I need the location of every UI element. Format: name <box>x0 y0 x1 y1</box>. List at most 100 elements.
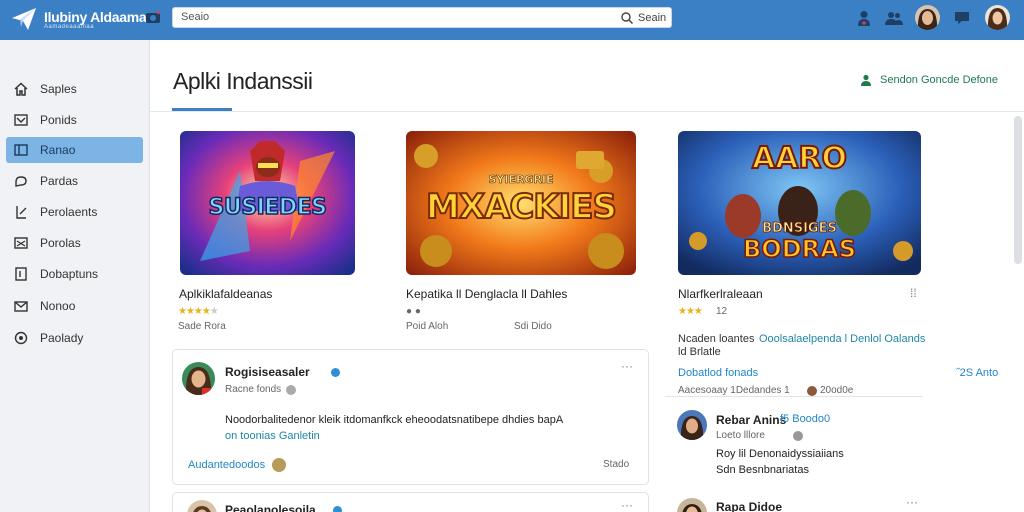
sidebar-item-label: Ranao <box>40 143 76 157</box>
sidebar: Saples Ponids Ranao Pardas Perolaents Po… <box>0 40 150 512</box>
search-bar: Seain <box>172 7 672 28</box>
friends-icon[interactable] <box>884 8 904 28</box>
commenter-link[interactable]: f5 Boodo0 <box>780 413 830 425</box>
post-author[interactable]: Rogisiseasaler <box>225 365 310 379</box>
game-meta-icon: ● ● <box>406 306 421 317</box>
more-options-icon[interactable]: ··· <box>621 498 633 512</box>
more-options-icon[interactable]: ··· <box>621 359 633 373</box>
post-footer-link[interactable]: Audantedoodos <box>188 459 265 471</box>
more-options-icon[interactable]: ⁞⁞ <box>910 286 917 300</box>
user-icon[interactable] <box>854 8 874 28</box>
game-logo-text: SUSIEDES <box>208 194 328 221</box>
reaction-avatar <box>272 458 286 472</box>
star-rating-icon: ★★★ <box>678 306 703 317</box>
game-thumbnail[interactable]: SUSIEDES <box>180 131 355 275</box>
game-logo-text: MXACKIES <box>425 186 618 228</box>
mini-avatar <box>807 386 817 396</box>
sidebar-item-label: Saples <box>40 82 77 96</box>
commenter-name[interactable]: Rebar Anins <box>716 413 786 427</box>
panel-text: ld Brlatle <box>678 346 721 358</box>
brand-name[interactable]: Ilubiny Aldaama <box>44 9 147 25</box>
search-icon <box>621 12 633 24</box>
post-body: Noodorbalitedenor kleik itdomanfkck eheo… <box>225 414 564 426</box>
post-card: Peaolanolesoila ··· <box>172 492 649 512</box>
game-title[interactable]: Nlarfkerlraleaan <box>678 287 763 301</box>
commenter-name[interactable]: Rapa Didoe <box>716 500 782 512</box>
game-logo-top: AARO <box>751 140 848 177</box>
panel-link[interactable]: ˝2S Anto <box>956 367 998 379</box>
sidebar-item-ranao[interactable]: Ranao <box>6 137 143 163</box>
game-title[interactable]: Kepatika ll Denglacla ll Dahles <box>406 287 567 301</box>
sidebar-item-ponids[interactable]: Ponids <box>6 107 143 133</box>
message-icon[interactable] <box>952 8 972 28</box>
sidebar-item-nonoo[interactable]: Nonoo <box>6 293 143 319</box>
game-logo-top: SYIERGRIE <box>488 173 554 187</box>
author-avatar[interactable] <box>182 362 215 395</box>
commenter-avatar[interactable] <box>677 410 707 440</box>
person-icon <box>861 74 871 86</box>
sidebar-item-label: Pardas <box>40 174 79 188</box>
sidebar-item-label: Perolaents <box>40 205 98 219</box>
sidebar-item-dobaptuns[interactable]: Dobaptuns <box>6 261 143 287</box>
game-meta: Poid Aloh <box>406 321 449 332</box>
folder-icon <box>14 144 28 156</box>
game-thumbnail[interactable]: SYIERGRIE MXACKIES <box>406 131 636 275</box>
post-meta: Racne fonds <box>225 384 282 395</box>
sidebar-item-label: Ponids <box>40 113 77 127</box>
home-icon <box>14 82 28 96</box>
panel-link[interactable]: Dobatlod fonads <box>678 367 758 379</box>
star-rating-icon: ★★★★★ <box>178 306 219 317</box>
panel-divider <box>665 396 923 397</box>
globe-icon <box>286 385 296 395</box>
section-link[interactable]: Sendon Goncde Defone <box>860 74 998 86</box>
sidebar-item-label: Dobaptuns <box>40 267 99 281</box>
camera-icon[interactable] <box>146 11 160 23</box>
sidebar-item-saples[interactable]: Saples <box>6 76 143 102</box>
game-title[interactable]: Aplkiklafaldeanas <box>179 287 272 301</box>
verified-icon <box>333 506 342 512</box>
header-divider <box>150 111 1024 112</box>
sidebar-item-perolaents[interactable]: Perolaents <box>6 199 143 225</box>
game-logo-mid: BDNSIGES <box>762 221 838 237</box>
search-button[interactable]: Seain <box>621 10 666 26</box>
profile-avatar[interactable] <box>915 5 940 30</box>
game-thumbnail[interactable]: AARO BDNSIGES BODRAS <box>678 131 921 275</box>
sidebar-item-pardas[interactable]: Pardas <box>6 168 143 194</box>
brand-tagline: Aamadeaaamaa <box>44 24 95 30</box>
sidebar-item-label: Nonoo <box>40 299 76 313</box>
search-input[interactable] <box>181 11 441 23</box>
top-bar: Ilubiny Aldaama Aamadeaaamaa Seain <box>0 0 1024 40</box>
commenter-avatar[interactable] <box>677 498 707 512</box>
section-link-label: Sendon Goncde Defone <box>880 74 999 86</box>
post-author[interactable]: Peaolanolesoila <box>225 503 316 512</box>
chat-icon <box>15 176 27 187</box>
sidebar-item-label: Paolady <box>40 331 84 345</box>
edit-icon <box>16 206 27 219</box>
settings-icon <box>14 331 28 345</box>
game-logo-text: BODRAS <box>742 234 857 264</box>
game-meta-secondary: Sdi Dido <box>514 321 552 332</box>
comment-body: Roy lil Denonaidyssiaiians <box>716 448 844 460</box>
author-avatar[interactable] <box>187 500 217 512</box>
image-icon <box>14 237 28 249</box>
panel-text: Ncaden loantes <box>678 333 755 345</box>
verified-icon <box>331 368 340 377</box>
search-button-label: Seain <box>638 12 667 24</box>
panel-meta: Aacesoaay 1Dedandes 1 <box>678 385 790 396</box>
sidebar-item-porolas[interactable]: Porolas <box>6 230 143 256</box>
paper-plane-logo-icon[interactable] <box>10 6 38 32</box>
sidebar-item-paolady[interactable]: Paolady <box>6 325 143 351</box>
globe-icon <box>793 431 803 441</box>
panel-meta-num: 20od0e <box>820 385 854 396</box>
comment-body: Sdn Besnbnariatas <box>716 464 809 476</box>
game-meta: Sade Rora <box>178 321 226 332</box>
more-options-icon[interactable]: ··· <box>906 495 918 509</box>
scrollbar[interactable] <box>1014 116 1022 264</box>
post-link[interactable]: on toonias Ganletin <box>225 430 320 442</box>
game-meta: 12 <box>716 306 728 317</box>
post-card: Rogisiseasaler Racne fonds ··· Noodorbal… <box>172 349 649 485</box>
document-icon <box>15 267 27 281</box>
account-avatar[interactable] <box>985 5 1010 30</box>
panel-link[interactable]: Ooolsalaelpenda l Denlol Oalands <box>759 333 925 345</box>
page-title: Aplki Indanssii <box>173 68 313 94</box>
